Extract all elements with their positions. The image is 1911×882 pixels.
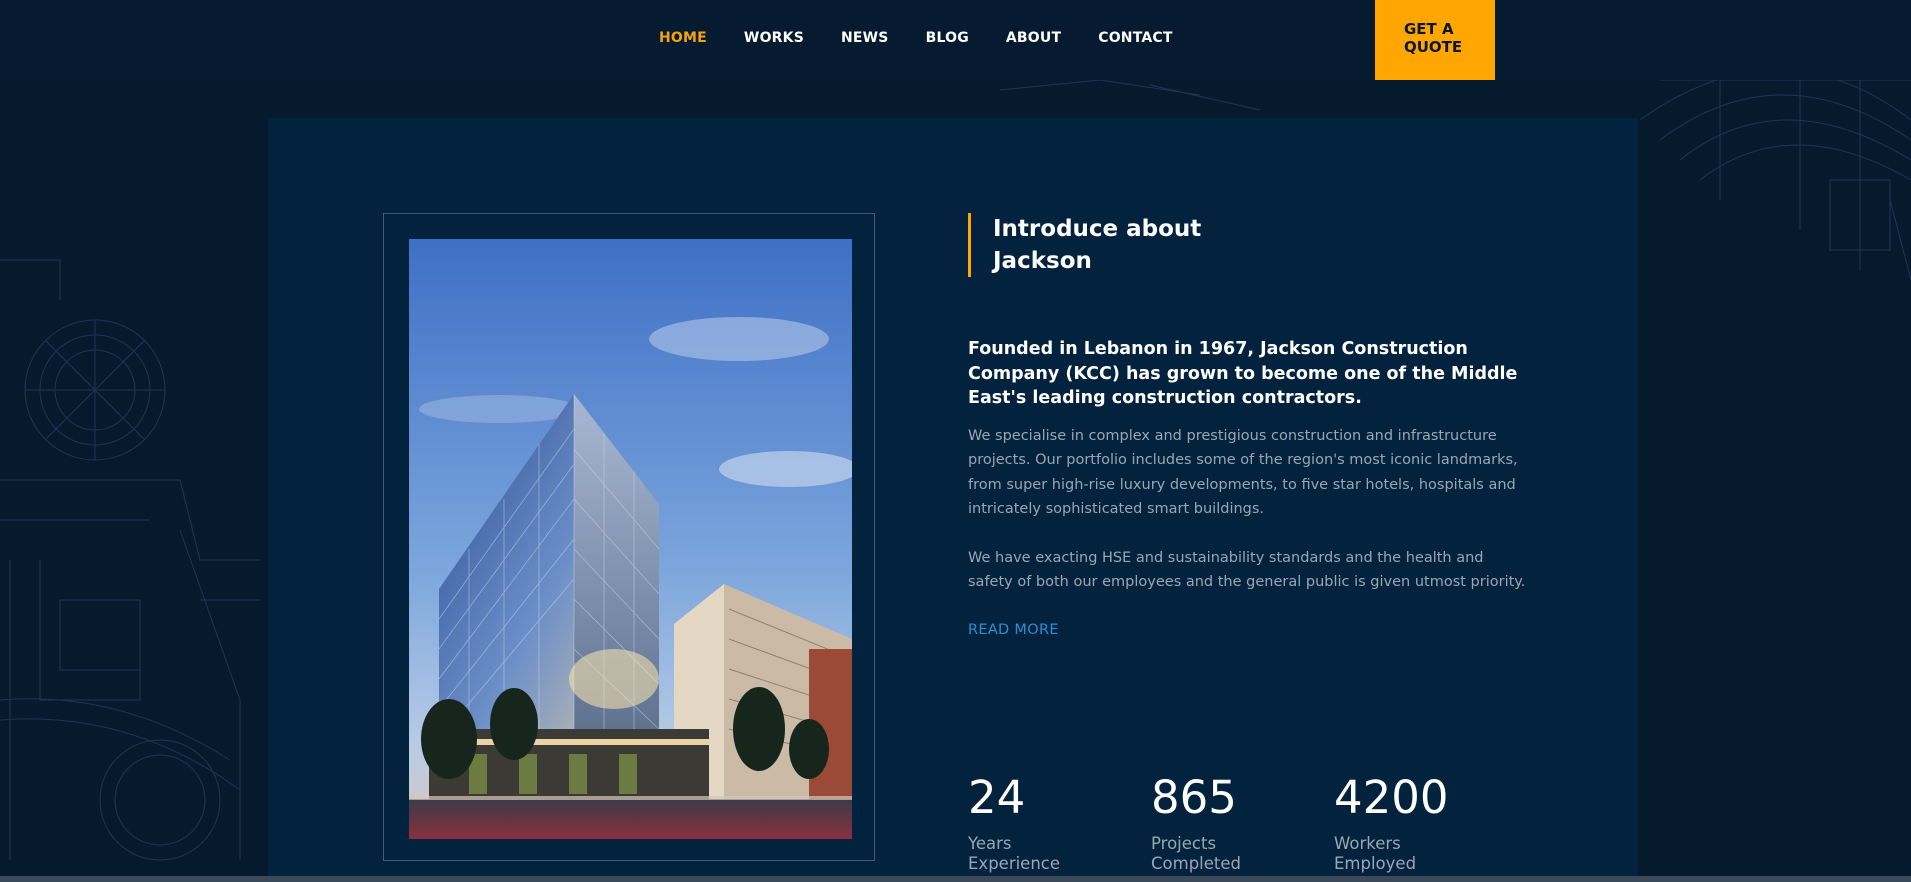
bottom-scroll-strip xyxy=(0,876,1911,882)
body-paragraph-2: We have exacting HSE and sustainability … xyxy=(968,550,1526,591)
stat-label: Workers Employed xyxy=(1334,834,1449,874)
stat-label: Projects Completed xyxy=(1151,834,1241,874)
header: HOME WORKS NEWS BLOG ABOUT CONTACT GET A… xyxy=(0,0,1911,80)
stat-label-line2: Experience xyxy=(968,854,1061,873)
get-a-quote-button[interactable]: GET A QUOTE xyxy=(1375,0,1495,80)
body-paragraph-1: We specialise in complex and prestigious… xyxy=(968,428,1518,517)
page: HOME WORKS NEWS BLOG ABOUT CONTACT GET A… xyxy=(0,0,1911,882)
stat-label-line1: Workers xyxy=(1334,834,1401,853)
nav-news[interactable]: NEWS xyxy=(841,30,889,46)
building-photo xyxy=(409,239,852,839)
nav-blog[interactable]: BLOG xyxy=(926,30,969,46)
nav-works[interactable]: WORKS xyxy=(744,30,804,46)
building-illustration xyxy=(409,239,852,839)
stat-value: 4200 xyxy=(1334,771,1449,824)
nav-about[interactable]: ABOUT xyxy=(1006,30,1061,46)
stat-label-line1: Years xyxy=(968,834,1012,853)
about-panel: Introduce about Jackson Founded in Leban… xyxy=(268,118,1638,882)
stat-projects: 865 Projects Completed xyxy=(1151,772,1241,874)
nav-home[interactable]: HOME xyxy=(659,30,707,46)
stat-label-line2: Employed xyxy=(1334,854,1417,873)
main-nav: HOME WORKS NEWS BLOG ABOUT CONTACT xyxy=(659,0,1210,76)
stat-years: 24 Years Experience xyxy=(968,772,1060,874)
photo-frame xyxy=(383,213,875,861)
lead-paragraph: Founded in Lebanon in 1967, Jackson Cons… xyxy=(968,339,1518,408)
stat-value: 865 xyxy=(1151,771,1237,824)
section-title: Introduce about Jackson xyxy=(968,213,1201,277)
read-more-link[interactable]: READ MORE xyxy=(968,622,1059,638)
quote-button-line1: GET A xyxy=(1404,20,1454,38)
stat-value: 24 xyxy=(968,771,1026,824)
stat-label-line1: Projects xyxy=(1151,834,1217,853)
quote-button-line2: QUOTE xyxy=(1404,38,1463,56)
nav-contact[interactable]: CONTACT xyxy=(1098,30,1172,46)
stat-label-line2: Completed xyxy=(1151,854,1241,873)
section-title-line2: Jackson xyxy=(993,248,1092,274)
stat-workers: 4200 Workers Employed xyxy=(1334,772,1449,874)
section-title-line1: Introduce about xyxy=(993,216,1202,242)
stat-label: Years Experience xyxy=(968,834,1060,874)
